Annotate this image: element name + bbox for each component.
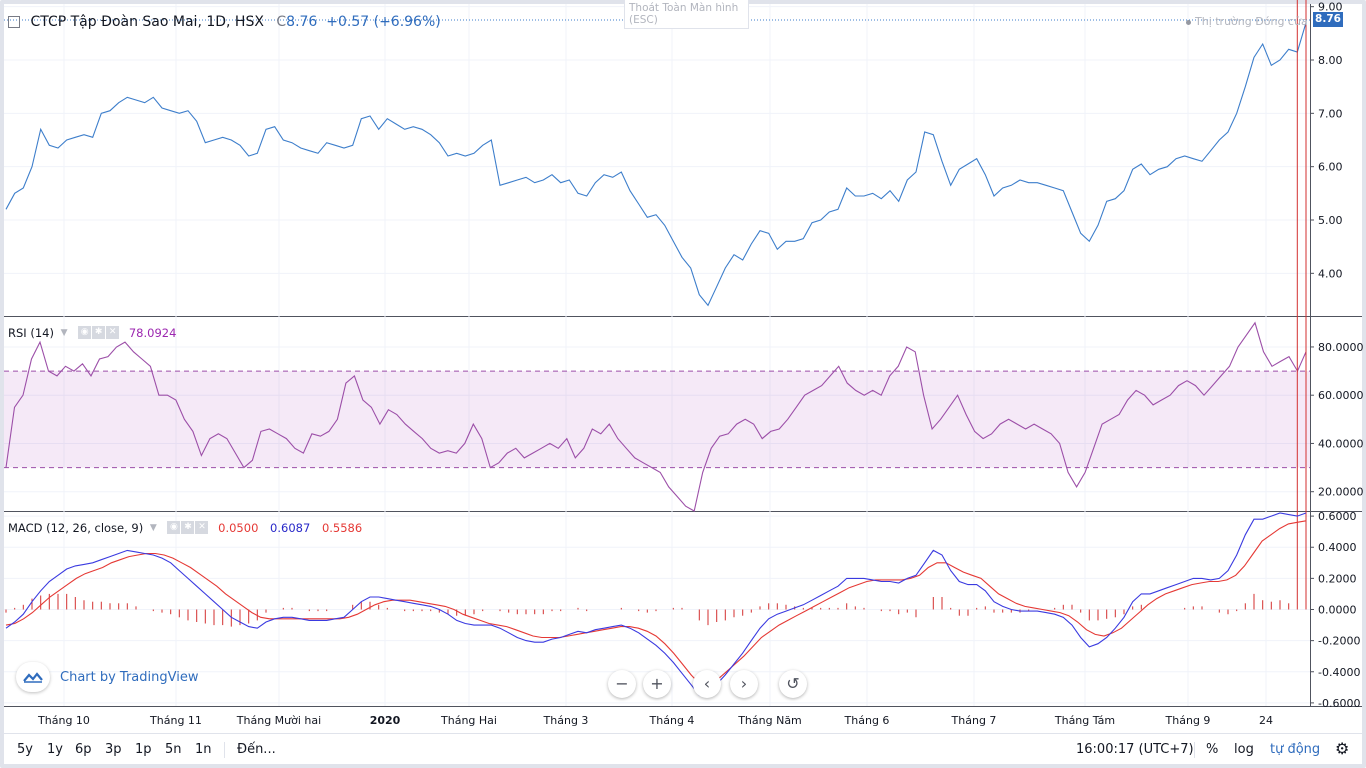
macd-remove-icon[interactable]: ✕ (195, 521, 209, 534)
range-1m-button[interactable]: 1p (135, 742, 152, 757)
price-axis-label: 7.00 (1318, 107, 1343, 120)
range-5y-button[interactable]: 5y (17, 742, 33, 757)
market-status-dot-icon (1186, 19, 1191, 25)
main-legend: CTCP Tập Đoàn Sao Mai, 1D, HSX C8.76 +0.… (8, 14, 441, 30)
range-5d-button[interactable]: 5n (165, 742, 182, 757)
macd-value: 0.6087 (270, 520, 311, 535)
time-axis-label: 24 (1259, 714, 1273, 727)
rsi-dropdown-icon[interactable]: ▼ (61, 328, 68, 338)
macd-axis-label: -0.4000 (1318, 666, 1360, 679)
rsi-axis-label: 20.0000 (1318, 486, 1364, 499)
zoom-in-button[interactable]: + (643, 670, 671, 698)
rsi-band (4, 371, 1310, 468)
chevron-left-icon: ‹ (703, 674, 711, 693)
auto-scale-toggle[interactable]: tự động (1270, 742, 1320, 757)
last-price-badge: 8.76 (1313, 12, 1343, 27)
price-axis-label: 6.00 (1318, 161, 1343, 174)
watermark-text: Chart by TradingView (60, 669, 199, 685)
time-axis-label: Tháng 11 (149, 714, 202, 727)
rsi-remove-icon[interactable]: ✕ (106, 326, 120, 339)
macd-signal-line (5, 520, 1307, 685)
legend-collapse-icon[interactable] (8, 16, 20, 28)
rsi-axis-label: 60.0000 (1318, 389, 1364, 402)
chart-canvas[interactable]: 9.008.007.006.005.004.0080.000060.000040… (0, 0, 1366, 768)
time-axis-label: Tháng 7 (951, 714, 997, 727)
scroll-right-button[interactable]: › (730, 670, 758, 698)
goto-date-button[interactable]: Đến... (237, 742, 276, 757)
percent-scale-toggle[interactable]: % (1206, 742, 1218, 757)
time-axis-label: Tháng 9 (1165, 714, 1211, 727)
range-6m-button[interactable]: 6p (75, 742, 92, 757)
chart-settings-gear-icon[interactable]: ⚙ (1335, 739, 1349, 758)
price-axis-label: 4.00 (1318, 267, 1343, 280)
price-series-line (5, 22, 1307, 307)
zoom-out-button[interactable]: − (608, 670, 636, 698)
price-axis-label: 8.00 (1318, 54, 1343, 67)
tradingview-logo-icon (16, 662, 50, 692)
rsi-name[interactable]: RSI (14) (8, 326, 54, 340)
rsi-axis-label: 80.0000 (1318, 341, 1364, 354)
range-3m-button[interactable]: 3p (105, 742, 122, 757)
minus-icon: − (615, 674, 629, 693)
time-axis-label: Tháng 4 (649, 714, 695, 727)
rsi-visibility-icon[interactable]: ◉ (78, 326, 92, 339)
rsi-axis-label: 40.0000 (1318, 437, 1364, 450)
macd-axis-label: 0.2000 (1318, 572, 1357, 585)
time-axis-label: Tháng 6 (844, 714, 890, 727)
time-axis-label: Tháng Mười hai (236, 714, 321, 727)
rsi-value: 78.0924 (128, 325, 177, 340)
rsi-settings-icon[interactable]: ✱ (92, 326, 106, 339)
macd-visibility-icon[interactable]: ◉ (167, 521, 181, 534)
time-axis-label: Tháng Hai (440, 714, 497, 727)
macd-axis-label: -0.2000 (1318, 635, 1360, 648)
macd-axis-label: -0.6000 (1318, 697, 1360, 710)
time-axis-label: Tháng Năm (737, 714, 802, 727)
range-1d-button[interactable]: 1n (195, 742, 212, 757)
rsi-legend: RSI (14) ▼ ◉ ✱ ✕ 78.0924 (8, 325, 176, 340)
ohlc-values: C8.76 +0.57 (+6.96%) (276, 14, 440, 30)
macd-axis-label: 0.4000 (1318, 541, 1357, 554)
macd-line (5, 512, 1307, 696)
price-axis-label: 5.00 (1318, 214, 1343, 227)
macd-dropdown-icon[interactable]: ▼ (150, 523, 157, 533)
time-axis-label: Tháng 10 (37, 714, 90, 727)
time-axis-label: 2020 (370, 714, 401, 727)
macd-settings-icon[interactable]: ✱ (181, 521, 195, 534)
log-scale-toggle[interactable]: log (1234, 742, 1254, 757)
macd-name[interactable]: MACD (12, 26, close, 9) (8, 521, 143, 535)
change-value: +0.57 (+6.96%) (326, 14, 441, 30)
macd-signal-value: 0.5586 (321, 520, 363, 535)
clock-timezone[interactable]: 16:00:17 (UTC+7) (1076, 742, 1194, 757)
time-axis-label: Tháng Tám (1054, 714, 1115, 727)
macd-axis-label: 0.6000 (1318, 510, 1357, 523)
close-label: C (276, 14, 287, 30)
divider (224, 742, 225, 758)
symbol-title[interactable]: CTCP Tập Đoàn Sao Mai, 1D, HSX (30, 14, 263, 30)
plus-icon: + (650, 674, 664, 693)
close-value: 8.76 (286, 14, 318, 30)
macd-hist-value: 0.0500 (218, 520, 259, 535)
tradingview-watermark[interactable]: Chart by TradingView (16, 662, 198, 692)
exit-fullscreen-label: Thoát Toàn Màn hình (629, 2, 739, 14)
divider (1194, 742, 1195, 758)
chevron-right-icon: › (740, 674, 748, 693)
market-status: Thị trường Đóng cửa (1186, 15, 1308, 28)
scroll-left-button[interactable]: ‹ (693, 670, 721, 698)
exit-fullscreen-shortcut: (ESC) (629, 14, 658, 26)
macd-legend: MACD (12, 26, close, 9) ▼ ◉ ✱ ✕ 0.0500 0.6… (8, 520, 362, 535)
exit-fullscreen-button[interactable]: Thoát Toàn Màn hình (ESC) (624, 0, 749, 29)
macd-axis-label: 0.0000 (1318, 604, 1357, 617)
reset-chart-button[interactable]: ↺ (779, 670, 807, 698)
reset-icon: ↺ (786, 674, 800, 693)
time-axis-label: Tháng 3 (543, 714, 589, 727)
range-1y-button[interactable]: 1y (47, 742, 63, 757)
bottom-toolbar: 5y 1y 6p 3p 1p 5n 1n Đến... 16:00:17 (UT… (4, 733, 1362, 764)
market-status-text: Thị trường Đóng cửa (1195, 15, 1308, 28)
